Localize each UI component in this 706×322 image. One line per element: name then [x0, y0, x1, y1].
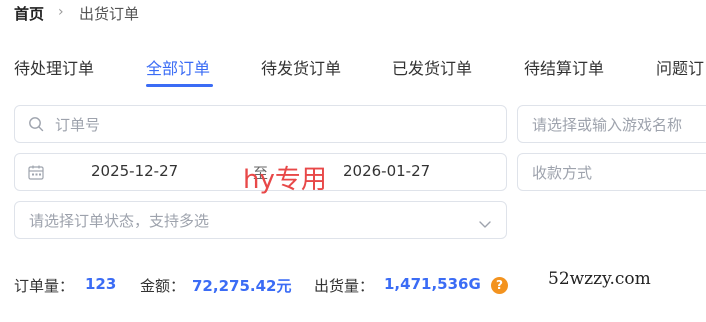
active-tab-indicator [146, 84, 213, 87]
site-watermark: 52wzzy.com [548, 269, 651, 289]
tab-all-orders[interactable]: 全部订单 [146, 55, 210, 79]
order-count-label: 订单量： [14, 277, 75, 295]
order-status-select[interactable]: 请选择订单状态，支持多选 [14, 201, 507, 239]
date-start-value[interactable]: 2025-12-27 [91, 162, 178, 180]
amount-label: 金额： [140, 277, 186, 295]
search-icon [28, 116, 44, 136]
calendar-icon [28, 165, 44, 184]
tab-pending-shipment[interactable]: 待发货订单 [261, 55, 341, 79]
tab-problem-orders[interactable]: 问题订 [656, 55, 704, 79]
amount-value: 72,275.42元 [192, 277, 292, 295]
order-number-placeholder: 订单号 [55, 116, 101, 134]
chevron-right-icon: › [58, 4, 64, 20]
help-icon[interactable]: ? [491, 277, 508, 294]
game-name-select[interactable]: 请选择或输入游戏名称 [517, 105, 706, 143]
date-end-value[interactable]: 2026-01-27 [343, 162, 430, 180]
shipped-label: 出货量： [314, 277, 375, 295]
breadcrumb-current: 出货订单 [79, 5, 140, 23]
shipped-value: 1,471,536G [384, 275, 481, 293]
order-count-value: 123 [85, 275, 117, 293]
tab-shipped[interactable]: 已发货订单 [392, 55, 472, 79]
breadcrumb-home[interactable]: 首页 [14, 3, 44, 24]
game-name-placeholder: 请选择或输入游戏名称 [532, 116, 683, 134]
chevron-down-icon [478, 215, 492, 234]
payment-method-select[interactable]: 收款方式 [517, 153, 706, 191]
payment-method-placeholder: 收款方式 [532, 164, 593, 182]
overlay-watermark: hy专用 [243, 165, 327, 195]
tab-pending-processing[interactable]: 待处理订单 [14, 55, 94, 79]
order-status-placeholder: 请选择订单状态，支持多选 [29, 212, 210, 230]
tab-pending-settlement[interactable]: 待结算订单 [524, 55, 604, 79]
order-number-input[interactable]: 订单号 [14, 105, 507, 143]
